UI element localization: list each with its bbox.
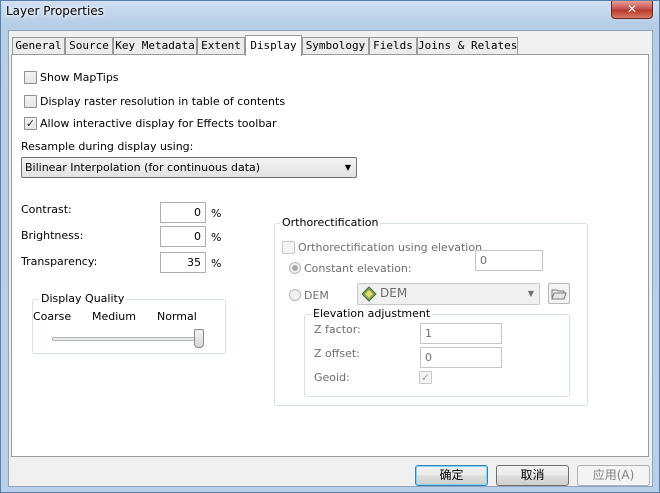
brightness-input[interactable]: 0: [160, 226, 206, 247]
dialog-client: General Source Key Metadata Extent Displ…: [8, 30, 653, 487]
ortho-elevation-label: Orthorectification using elevation: [298, 241, 483, 254]
tab-joins-relates[interactable]: Joins & Relates: [417, 37, 518, 55]
tab-label: Joins & Relates: [418, 39, 518, 52]
transparency-unit: %: [211, 257, 222, 270]
raster-resolution-label: Display raster resolution in table of co…: [40, 95, 286, 108]
tab-key-metadata[interactable]: Key Metadata: [113, 37, 197, 55]
quality-medium-label: Medium: [92, 310, 136, 323]
resample-value: Bilinear Interpolation (for continuous d…: [25, 161, 261, 174]
quality-slider-thumb[interactable]: [194, 329, 204, 348]
orthorectification-title: Orthorectification: [280, 216, 381, 229]
resample-label: Resample during display using:: [21, 140, 194, 153]
close-button[interactable]: ✕: [611, 1, 653, 19]
tab-display[interactable]: Display: [245, 35, 302, 56]
interactive-effects-label: Allow interactive display for Effects to…: [40, 117, 277, 130]
ok-button[interactable]: 确定: [415, 465, 488, 486]
dem-radio[interactable]: [289, 289, 301, 301]
tab-label: Source: [69, 39, 109, 52]
dem-dropdown[interactable]: DEM ▼: [357, 283, 540, 305]
show-maptips-checkbox[interactable]: [24, 71, 37, 84]
tab-label: Display: [250, 39, 297, 52]
transparency-label: Transparency:: [21, 255, 98, 268]
check-icon: ✓: [25, 117, 36, 130]
tab-general[interactable]: General: [12, 37, 65, 55]
constant-elevation-label: Constant elevation:: [304, 262, 412, 275]
chevron-down-icon: ▼: [527, 289, 534, 298]
tab-label: Key Metadata: [115, 39, 195, 52]
tab-label: Extent: [201, 39, 241, 52]
tab-label: Fields: [373, 39, 413, 52]
open-folder-icon: [551, 289, 567, 300]
cancel-button[interactable]: 取消: [496, 465, 569, 486]
tab-extent[interactable]: Extent: [197, 37, 245, 55]
quality-slider-track[interactable]: [52, 337, 204, 341]
raster-resolution-checkbox[interactable]: [24, 95, 37, 108]
contrast-label: Contrast:: [21, 203, 72, 216]
display-panel: Show MapTips Display raster resolution i…: [11, 54, 649, 457]
title-bar[interactable]: Layer Properties ✕: [1, 1, 659, 27]
tab-source[interactable]: Source: [65, 37, 113, 55]
constant-elevation-radio[interactable]: [289, 262, 301, 274]
z-offset-input[interactable]: 0: [420, 347, 502, 368]
transparency-input[interactable]: 35: [160, 252, 206, 273]
z-factor-label: Z factor:: [314, 323, 361, 336]
interactive-effects-checkbox[interactable]: ✓: [24, 117, 37, 130]
brightness-unit: %: [211, 231, 222, 244]
geoid-label: Geoid:: [314, 371, 350, 384]
browse-dem-button[interactable]: [548, 283, 570, 304]
window-title: Layer Properties: [6, 4, 104, 18]
contrast-unit: %: [211, 207, 222, 220]
raster-layer-icon: [361, 286, 377, 302]
layer-properties-window: Layer Properties ✕ General Source Key Me…: [0, 0, 660, 493]
tab-symbology[interactable]: Symbology: [302, 37, 369, 55]
quality-coarse-label: Coarse: [33, 310, 72, 323]
close-icon: ✕: [626, 2, 638, 16]
chevron-down-icon: ▼: [344, 163, 351, 172]
check-icon: ✓: [420, 371, 431, 384]
z-factor-input[interactable]: 1: [420, 323, 502, 344]
display-quality-title: Display Quality: [39, 292, 127, 305]
show-maptips-label: Show MapTips: [40, 71, 119, 84]
constant-elevation-input[interactable]: 0: [475, 250, 543, 271]
contrast-input[interactable]: 0: [160, 202, 206, 223]
tab-fields[interactable]: Fields: [369, 37, 417, 55]
elevation-adjustment-title: Elevation adjustment: [311, 307, 433, 320]
dem-value: DEM: [380, 286, 408, 300]
quality-normal-label: Normal: [157, 310, 197, 323]
brightness-label: Brightness:: [21, 229, 84, 242]
tab-label: Symbology: [305, 39, 366, 52]
geoid-checkbox[interactable]: ✓: [419, 371, 432, 384]
resample-dropdown[interactable]: Bilinear Interpolation (for continuous d…: [21, 157, 357, 178]
z-offset-label: Z offset:: [314, 347, 360, 360]
apply-button[interactable]: 应用(A): [577, 465, 650, 486]
tab-label: General: [15, 39, 62, 52]
ortho-elevation-checkbox[interactable]: [282, 241, 295, 254]
dem-label: DEM: [304, 289, 329, 302]
